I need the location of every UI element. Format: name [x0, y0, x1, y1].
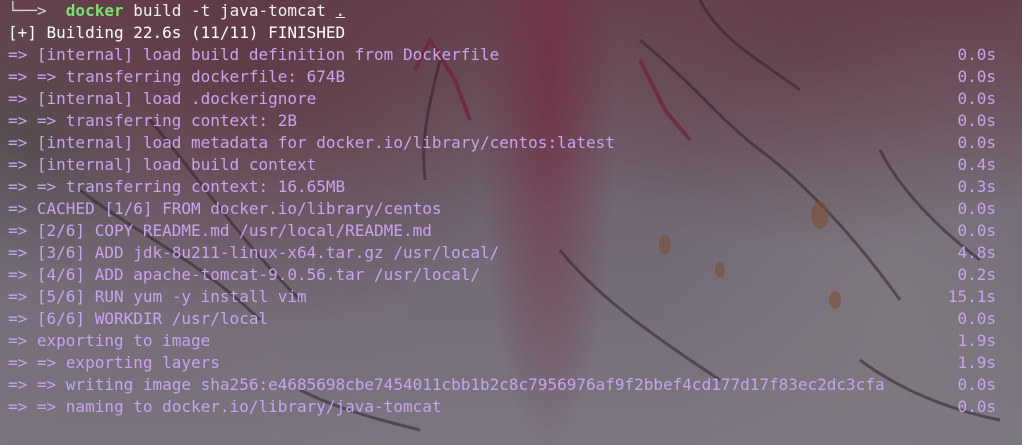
- build-step-row: => exporting to image 1.9s: [8, 330, 1014, 352]
- build-step-text: => => naming to docker.io/library/java-t…: [8, 397, 442, 416]
- build-step-row: => [internal] load build context 0.4s: [8, 154, 1014, 176]
- build-step-row: => [3/6] ADD jdk-8u211-linux-x64.tar.gz …: [8, 242, 1014, 264]
- build-step-duration: 4.8s: [957, 243, 996, 262]
- build-step-duration: 0.0s: [957, 111, 996, 130]
- build-step-row: => => transferring context: 16.65MB 0.3s: [8, 176, 1014, 198]
- build-step-duration: 0.3s: [957, 177, 996, 196]
- build-step-duration: 15.1s: [947, 287, 996, 306]
- build-step-text: => exporting to image: [8, 331, 211, 350]
- build-step-text: => [3/6] ADD jdk-8u211-linux-x64.tar.gz …: [8, 243, 500, 262]
- build-step-row: => [6/6] WORKDIR /usr/local 0.0s: [8, 308, 1014, 330]
- build-step-duration: 0.0s: [957, 397, 996, 416]
- terminal-window[interactable]: └──> docker build -t java-tomcat . [+] B…: [0, 0, 1022, 445]
- build-step-row: => [internal] load .dockerignore 0.0s: [8, 88, 1014, 110]
- build-step-row: => => naming to docker.io/library/java-t…: [8, 396, 1014, 418]
- build-step-duration: 0.0s: [957, 133, 996, 152]
- build-step-text: => => transferring context: 2B: [8, 111, 297, 130]
- command-args: build -t java-tomcat: [133, 1, 326, 20]
- build-step-duration: 1.9s: [957, 353, 996, 372]
- build-step-text: => => transferring dockerfile: 674B: [8, 67, 346, 86]
- build-step-text: => [internal] load .dockerignore: [8, 89, 317, 108]
- build-status-line: [+] Building 22.6s (11/11) FINISHED: [8, 23, 346, 42]
- build-step-row: => [5/6] RUN yum -y install vim 15.1s: [8, 286, 1014, 308]
- build-steps-list: => [internal] load build definition from…: [8, 44, 1014, 418]
- command-prompt-line: └──> docker build -t java-tomcat .: [8, 0, 1014, 22]
- build-step-duration: 0.0s: [957, 309, 996, 328]
- build-step-text: => [2/6] COPY README.md /usr/local/READM…: [8, 221, 432, 240]
- build-step-text: => => exporting layers: [8, 353, 220, 372]
- build-step-row: => [2/6] COPY README.md /usr/local/READM…: [8, 220, 1014, 242]
- build-step-duration: 0.0s: [957, 89, 996, 108]
- build-step-text: => [4/6] ADD apache-tomcat-9.0.56.tar /u…: [8, 265, 481, 284]
- build-step-duration: 0.0s: [957, 221, 996, 240]
- build-step-duration: 0.0s: [957, 199, 996, 218]
- build-context-path: .: [335, 1, 346, 20]
- build-step-text: => => transferring context: 16.65MB: [8, 177, 346, 196]
- build-step-row: => CACHED [1/6] FROM docker.io/library/c…: [8, 198, 1014, 220]
- build-step-text: => CACHED [1/6] FROM docker.io/library/c…: [8, 199, 442, 218]
- build-step-duration: 0.2s: [957, 265, 996, 284]
- build-step-duration: 0.0s: [957, 45, 996, 64]
- build-step-row: => [internal] load build definition from…: [8, 44, 1014, 66]
- build-step-row: => => transferring dockerfile: 674B 0.0s: [8, 66, 1014, 88]
- build-step-duration: 0.0s: [957, 375, 996, 394]
- build-step-duration: 0.0s: [957, 67, 996, 86]
- build-step-row: => => exporting layers 1.9s: [8, 352, 1014, 374]
- build-step-text: => => writing image sha256:e4685698cbe74…: [8, 375, 885, 394]
- command-name: docker: [65, 1, 124, 20]
- build-step-row: => => transferring context: 2B 0.0s: [8, 110, 1014, 132]
- build-step-text: => [internal] load build definition from…: [8, 45, 500, 64]
- build-step-row: => [4/6] ADD apache-tomcat-9.0.56.tar /u…: [8, 264, 1014, 286]
- build-step-text: => [internal] load build context: [8, 155, 317, 174]
- build-step-duration: 1.9s: [957, 331, 996, 350]
- build-step-duration: 0.4s: [957, 155, 996, 174]
- build-step-row: => => writing image sha256:e4685698cbe74…: [8, 374, 1014, 396]
- build-step-text: => [internal] load metadata for docker.i…: [8, 133, 615, 152]
- build-step-text: => [6/6] WORKDIR /usr/local: [8, 309, 269, 328]
- build-step-text: => [5/6] RUN yum -y install vim: [8, 287, 307, 306]
- build-step-row: => [internal] load metadata for docker.i…: [8, 132, 1014, 154]
- prompt-arrow: └──>: [8, 1, 47, 20]
